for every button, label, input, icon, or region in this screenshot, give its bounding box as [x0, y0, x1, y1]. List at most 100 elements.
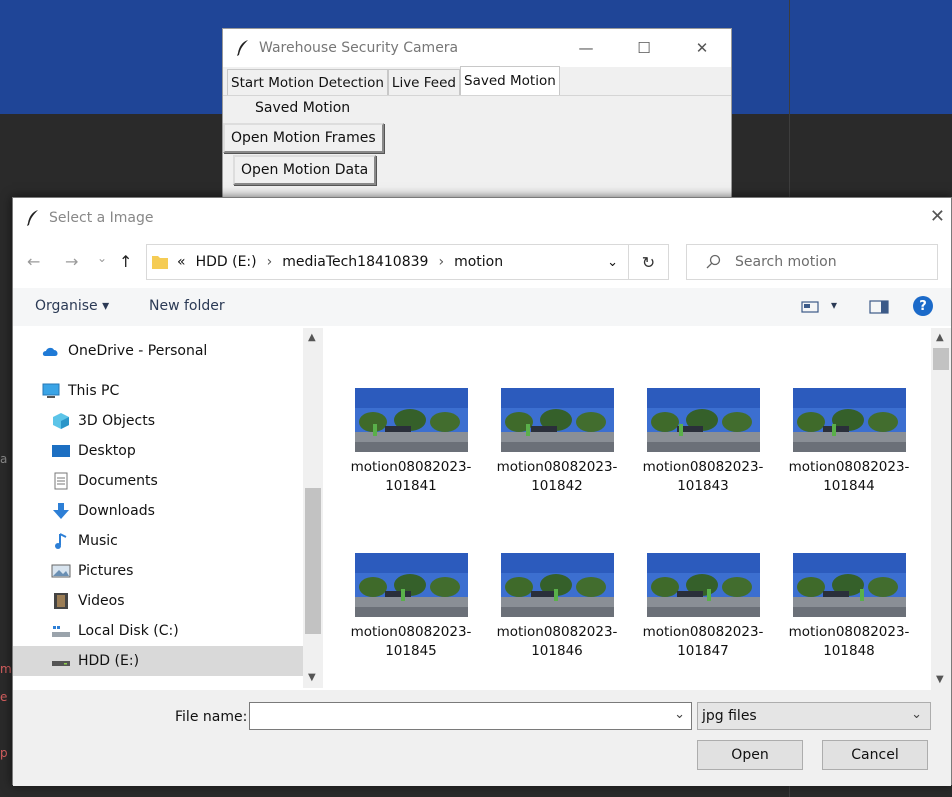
scroll-up-arrow-icon[interactable]: ▲: [936, 332, 944, 343]
cancel-button[interactable]: Cancel: [822, 740, 928, 770]
image-thumbnail: [646, 553, 760, 617]
file-name: motion08082023- 101841: [350, 459, 472, 494]
music-icon: [55, 533, 67, 549]
dialog-footer: File name: ⌄ jpg files ⌄ Open Cancel: [13, 690, 951, 786]
image-thumbnail: [354, 553, 468, 617]
navigation-bar: ← → ⌄ ↑ « HDD (E:) › mediaTech18410839 ›…: [13, 242, 951, 282]
breadcrumb-hdd[interactable]: HDD (E:): [196, 254, 257, 270]
nav-item-label: Local Disk (C:): [78, 623, 179, 639]
dialog-title: Select a Image: [49, 210, 154, 226]
dialog-titlebar: Select a Image: [13, 198, 951, 238]
back-button[interactable]: ←: [27, 252, 40, 271]
file-dialog: Select a Image ✕ ← → ⌄ ↑ « HDD (E:) › me…: [12, 197, 952, 786]
breadcrumb-separator: ›: [266, 254, 273, 270]
search-icon: [706, 254, 721, 269]
breadcrumb-motion[interactable]: motion: [454, 254, 503, 270]
file-item[interactable]: motion08082023- 101841: [345, 388, 477, 496]
feather-icon: [27, 210, 38, 226]
view-dropdown-icon[interactable]: ▾: [831, 298, 837, 312]
dialog-close-button[interactable]: ✕: [930, 206, 945, 227]
this-pc-icon: [42, 383, 60, 398]
file-item[interactable]: motion08082023- 101844: [783, 388, 915, 496]
nav-item-desktop[interactable]: Desktop: [13, 436, 303, 466]
nav-item-music[interactable]: Music: [13, 526, 303, 556]
file-type-dropdown-icon[interactable]: ⌄: [911, 707, 922, 722]
nav-item-label: OneDrive - Personal: [68, 343, 208, 359]
nav-item-videos[interactable]: Videos: [13, 586, 303, 616]
nav-item-this-pc[interactable]: This PC: [13, 376, 303, 406]
open-motion-frames-button[interactable]: Open Motion Frames: [223, 123, 384, 153]
file-type-value: jpg files: [702, 708, 757, 724]
background-text-fragment: m: [0, 662, 12, 676]
file-item[interactable]: motion08082023- 101842: [491, 388, 623, 496]
breadcrumb-mediatech[interactable]: mediaTech18410839: [282, 254, 428, 270]
file-item[interactable]: motion08082023- 101848: [783, 553, 915, 661]
image-thumbnail: [354, 388, 468, 452]
recent-locations-button[interactable]: ⌄: [97, 251, 107, 265]
preview-pane-icon[interactable]: [869, 300, 889, 314]
view-options-icon[interactable]: [801, 300, 819, 314]
forward-button[interactable]: →: [65, 252, 78, 271]
downloads-icon: [53, 503, 69, 519]
file-item[interactable]: motion08082023- 101846: [491, 553, 623, 661]
maximize-button[interactable]: ☐: [615, 29, 673, 67]
file-name-input[interactable]: ⌄: [249, 702, 692, 730]
file-item[interactable]: motion08082023- 101843: [637, 388, 769, 496]
tab-panel-border: [223, 95, 731, 96]
tab-live-feed[interactable]: Live Feed: [387, 69, 460, 95]
feather-icon: [237, 40, 248, 56]
nav-pane-scroll-thumb[interactable]: [305, 488, 321, 634]
tab-saved-motion[interactable]: Saved Motion: [460, 66, 560, 95]
nav-item-hdd[interactable]: HDD (E:): [13, 646, 303, 676]
file-name: motion08082023- 101848: [788, 624, 910, 659]
image-thumbnail: [500, 553, 614, 617]
nav-item-downloads[interactable]: Downloads: [13, 496, 303, 526]
nav-item-label: Music: [78, 533, 118, 549]
nav-item-label: HDD (E:): [78, 653, 140, 669]
file-name-dropdown-icon[interactable]: ⌄: [674, 707, 685, 722]
refresh-button[interactable]: ↻: [629, 244, 669, 280]
scroll-down-arrow-icon[interactable]: ▼: [936, 674, 944, 685]
file-item[interactable]: motion08082023- 101847: [637, 553, 769, 661]
nav-item-label: Documents: [78, 473, 158, 489]
image-thumbnail: [646, 388, 760, 452]
scroll-up-arrow-icon[interactable]: ▲: [308, 332, 316, 343]
address-bar[interactable]: « HDD (E:) › mediaTech18410839 › motion …: [146, 244, 629, 280]
open-motion-data-button[interactable]: Open Motion Data: [233, 155, 377, 185]
file-name: motion08082023- 101846: [496, 624, 618, 659]
new-folder-button[interactable]: New folder: [149, 298, 225, 314]
help-icon[interactable]: ?: [913, 296, 933, 316]
nav-item-pictures[interactable]: Pictures: [13, 556, 303, 586]
command-bar: Organise ▾ New folder ▾ ?: [13, 288, 951, 326]
nav-item-3d-objects[interactable]: 3D Objects: [13, 406, 303, 436]
file-pane-scroll-thumb[interactable]: [933, 348, 949, 370]
nav-pane-scrollbar[interactable]: ▲ ▼: [303, 328, 323, 688]
file-item[interactable]: motion08082023- 101845: [345, 553, 477, 661]
file-pane-scrollbar[interactable]: ▲ ▼: [931, 328, 951, 690]
notebook-tabs: Start Motion Detection Live Feed Saved M…: [227, 66, 560, 95]
address-overflow[interactable]: «: [177, 254, 186, 270]
section-label: Saved Motion: [255, 100, 351, 116]
minimize-button[interactable]: —: [557, 29, 615, 67]
tab-start-motion-detection[interactable]: Start Motion Detection: [227, 69, 388, 95]
search-input[interactable]: Search motion: [686, 244, 938, 280]
nav-item-local-disk[interactable]: Local Disk (C:): [13, 616, 303, 646]
nav-item-label: Pictures: [78, 563, 134, 579]
nav-item-documents[interactable]: Documents: [13, 466, 303, 496]
documents-icon: [54, 472, 68, 490]
file-name: motion08082023- 101844: [788, 459, 910, 494]
nav-item-label: Downloads: [78, 503, 155, 519]
address-dropdown-icon[interactable]: ⌄: [607, 255, 618, 270]
pictures-icon: [51, 564, 71, 578]
up-button[interactable]: ↑: [119, 252, 132, 271]
file-type-select[interactable]: jpg files ⌄: [697, 702, 931, 730]
open-button[interactable]: Open: [697, 740, 803, 770]
organise-menu[interactable]: Organise ▾: [35, 298, 109, 314]
file-name-label: File name:: [175, 709, 248, 725]
hdd-icon: [52, 661, 70, 666]
scroll-down-arrow-icon[interactable]: ▼: [308, 672, 316, 683]
desktop-icon: [52, 445, 70, 457]
close-button[interactable]: ✕: [673, 29, 731, 67]
background-text-fragment: a: [0, 452, 8, 466]
nav-item-onedrive[interactable]: OneDrive - Personal: [13, 336, 303, 366]
